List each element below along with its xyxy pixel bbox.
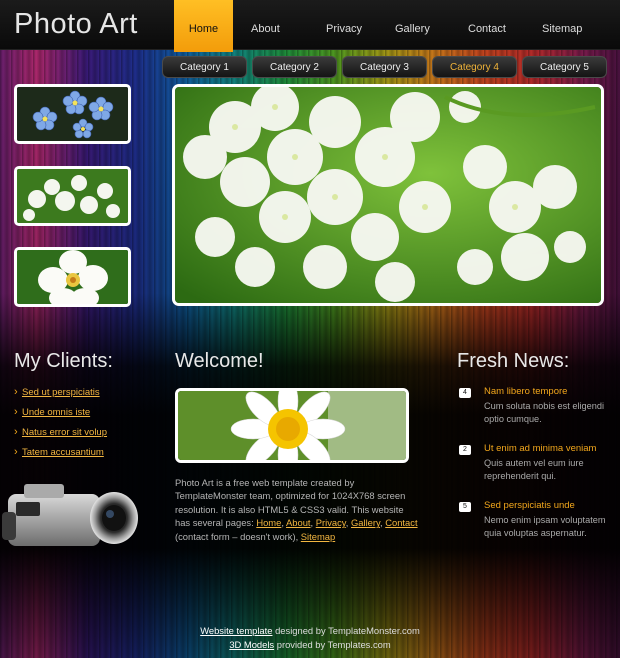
nav-contact[interactable]: Contact <box>456 0 530 52</box>
news-item: 4 Nam libero tempore Cum soluta nobis es… <box>457 386 617 427</box>
welcome-link-privacy[interactable]: Privacy <box>316 517 346 528</box>
news-title[interactable]: Nam libero tempore <box>484 386 617 397</box>
nav-gallery[interactable]: Gallery <box>382 0 456 52</box>
footer-line-1: Website template designed by TemplateMon… <box>0 624 620 638</box>
comment-count-badge: 2 <box>459 444 471 455</box>
footer-credit-text: designed by TemplateMonster.com <box>272 625 420 636</box>
news-list: 4 Nam libero tempore Cum soluta nobis es… <box>457 386 617 556</box>
news-body: Nemo enim ipsam voluptatem quia voluptas… <box>484 514 606 539</box>
welcome-contact-note: (contact form – doesn't work), <box>175 530 301 542</box>
footer: Website template designed by TemplateMon… <box>0 624 620 652</box>
welcome-link-gallery[interactable]: Gallery <box>351 517 380 528</box>
list-item: Tatem accusantium <box>14 445 107 466</box>
welcome-text: Photo Art is a free web template created… <box>175 477 418 542</box>
welcome-photo <box>175 388 409 463</box>
category-4-button[interactable]: Category 4 <box>432 56 517 78</box>
news-body: Cum soluta nobis est eligendi optio cumq… <box>484 401 605 425</box>
camera-image <box>2 472 142 567</box>
nav-about[interactable]: About <box>233 0 312 52</box>
nav-home[interactable]: Home <box>174 0 233 52</box>
clients-heading: My Clients: <box>14 350 113 372</box>
category-bar: Category 1 Category 2 Category 3 Categor… <box>162 56 607 78</box>
category-1-button[interactable]: Category 1 <box>162 56 247 78</box>
footer-template-link[interactable]: Website template <box>200 625 272 636</box>
comment-count-badge: 5 <box>459 501 471 512</box>
news-heading: Fresh News: <box>457 350 570 372</box>
clients-list: Sed ut perspiciatis Unde omnis iste Natu… <box>14 385 107 466</box>
news-item: 5 Sed perspiciatis unde Nemo enim ipsam … <box>457 500 617 541</box>
welcome-heading: Welcome! <box>175 350 264 372</box>
news-title[interactable]: Ut enim ad minima veniam <box>484 443 617 454</box>
main-photo <box>172 84 604 306</box>
welcome-link-sitemap[interactable]: Sitemap <box>301 531 335 542</box>
comment-count-badge: 4 <box>459 388 471 398</box>
thumbnail-blue-flowers[interactable] <box>14 84 131 144</box>
footer-provider-text: provided by Templates.com <box>274 639 391 650</box>
nav-sitemap[interactable]: Sitemap <box>530 0 594 52</box>
site-logo[interactable]: Photo Art <box>14 8 138 41</box>
welcome-link-about[interactable]: About <box>286 517 311 528</box>
client-link[interactable]: Sed ut perspiciatis <box>22 387 100 398</box>
nav-privacy[interactable]: Privacy <box>312 0 382 52</box>
list-item: Sed ut perspiciatis <box>14 385 107 406</box>
welcome-link-contact[interactable]: Contact <box>385 517 417 528</box>
main-nav: Home About Privacy Gallery Contact Sitem… <box>174 0 594 52</box>
client-link[interactable]: Natus error sit volup <box>22 427 107 438</box>
list-item: Natus error sit volup <box>14 425 107 446</box>
list-item: Unde omnis iste <box>14 405 107 426</box>
category-3-button[interactable]: Category 3 <box>342 56 427 78</box>
client-link[interactable]: Unde omnis iste <box>22 407 90 418</box>
news-item: 2 Ut enim ad minima veniam Quis autem ve… <box>457 443 617 484</box>
thumbnail-white-blossoms[interactable] <box>14 166 131 226</box>
news-title[interactable]: Sed perspiciatis unde <box>484 500 617 511</box>
client-link[interactable]: Tatem accusantium <box>22 447 104 458</box>
thumbnail-white-rose[interactable] <box>14 247 131 307</box>
welcome-link-home[interactable]: Home <box>256 517 281 528</box>
category-5-button[interactable]: Category 5 <box>522 56 607 78</box>
header: Photo Art Home About Privacy Gallery Con… <box>0 0 620 52</box>
footer-models-link[interactable]: 3D Models <box>229 639 274 650</box>
category-2-button[interactable]: Category 2 <box>252 56 337 78</box>
footer-line-2: 3D Models provided by Templates.com <box>0 638 620 652</box>
news-body: Quis autem vel eum iure reprehenderit qu… <box>484 457 584 482</box>
